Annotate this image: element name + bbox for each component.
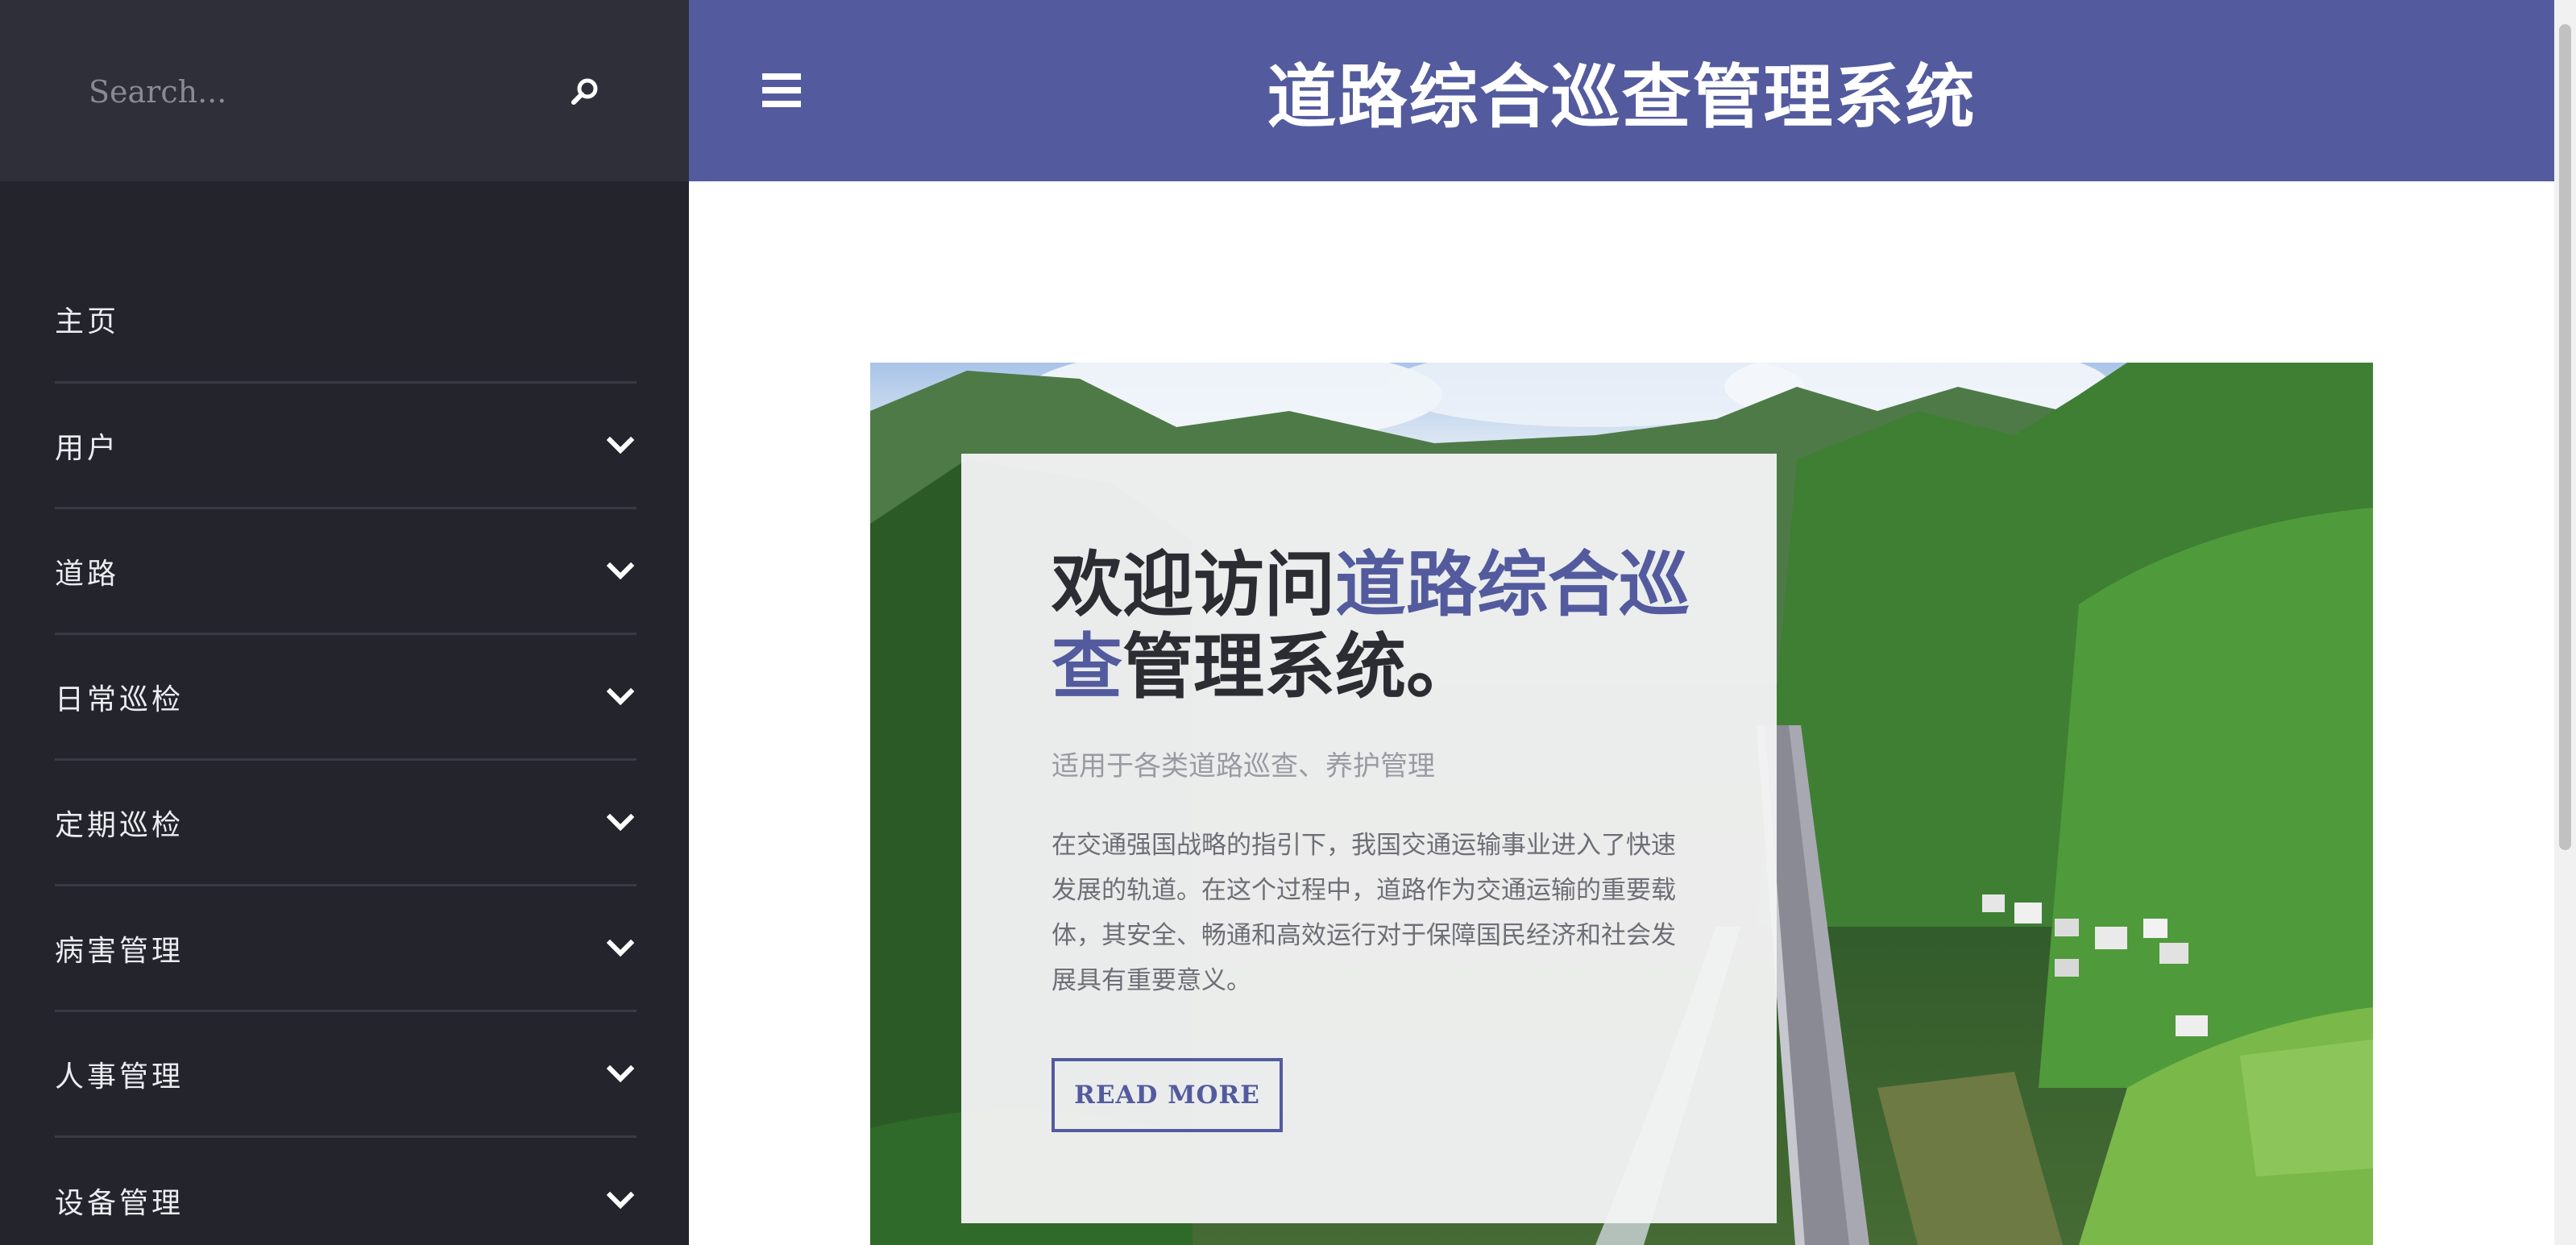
hero-title-prefix: 欢迎访问	[1052, 543, 1336, 626]
sidebar-item-daily-inspection[interactable]: 日常巡检	[55, 635, 637, 761]
chevron-down-icon[interactable]	[604, 555, 637, 587]
hero-title-suffix: 管理系统。	[1122, 625, 1478, 708]
sidebar-item-roads[interactable]: 道路	[55, 509, 637, 635]
hero-title: 欢迎访问道路综合巡查管理系统。	[1052, 544, 1696, 708]
search-bar	[0, 0, 689, 181]
sidebar-item-label: 道路	[55, 557, 120, 591]
hero-subtitle: 适用于各类道路巡查、养护管理	[1052, 750, 1435, 782]
search-button[interactable]	[556, 63, 614, 121]
sidebar-item-label: 日常巡检	[55, 683, 185, 716]
sidebar-item-label: 用户	[55, 431, 120, 465]
chevron-down-icon[interactable]	[604, 681, 637, 713]
search-icon	[571, 78, 598, 105]
chevron-down-icon[interactable]	[604, 932, 637, 965]
scrollbar[interactable]	[2554, 0, 2576, 1245]
sidebar-item-label: 定期巡检	[55, 808, 185, 842]
sidebar: 主页 用户 道路 日常巡检 定期巡检	[0, 0, 689, 1245]
sidebar-item-defect-management[interactable]: 病害管理	[55, 886, 637, 1012]
sidebar-item-label: 主页	[55, 305, 120, 338]
top-header: 道路综合巡查管理系统	[689, 0, 2554, 181]
sidebar-item-home[interactable]: 主页	[55, 256, 637, 384]
sidebar-item-label: 设备管理	[55, 1187, 185, 1220]
sidebar-nav: 主页 用户 道路 日常巡检 定期巡检 病害管理 人事管理 设备管理	[55, 256, 637, 1245]
app-root: 主页 用户 道路 日常巡检 定期巡检	[0, 0, 2576, 1245]
sidebar-item-users[interactable]: 用户	[55, 384, 637, 509]
sidebar-item-label: 人事管理	[55, 1060, 185, 1094]
search-input[interactable]	[89, 63, 540, 121]
chevron-down-icon[interactable]	[604, 807, 637, 839]
chevron-down-icon[interactable]	[604, 1185, 637, 1217]
read-more-button[interactable]: READ MORE	[1052, 1058, 1283, 1132]
hero-body-text: 在交通强国战略的指引下，我国交通运输事业进入了快速发展的轨道。在这个过程中，道路…	[1052, 831, 1676, 995]
sidebar-item-personnel-management[interactable]: 人事管理	[55, 1012, 637, 1138]
hero-card: 欢迎访问道路综合巡查管理系统。 适用于各类道路巡查、养护管理 在交通强国战略的指…	[961, 454, 1777, 1223]
chevron-down-icon[interactable]	[604, 1058, 637, 1090]
scrollbar-thumb[interactable]	[2559, 24, 2571, 850]
page-title: 道路综合巡查管理系统	[1267, 57, 1977, 138]
sidebar-item-equipment-management[interactable]: 设备管理	[55, 1138, 637, 1245]
sidebar-item-periodic-inspection[interactable]: 定期巡检	[55, 761, 637, 886]
sidebar-item-label: 病害管理	[55, 934, 185, 968]
chevron-down-icon[interactable]	[604, 430, 637, 462]
